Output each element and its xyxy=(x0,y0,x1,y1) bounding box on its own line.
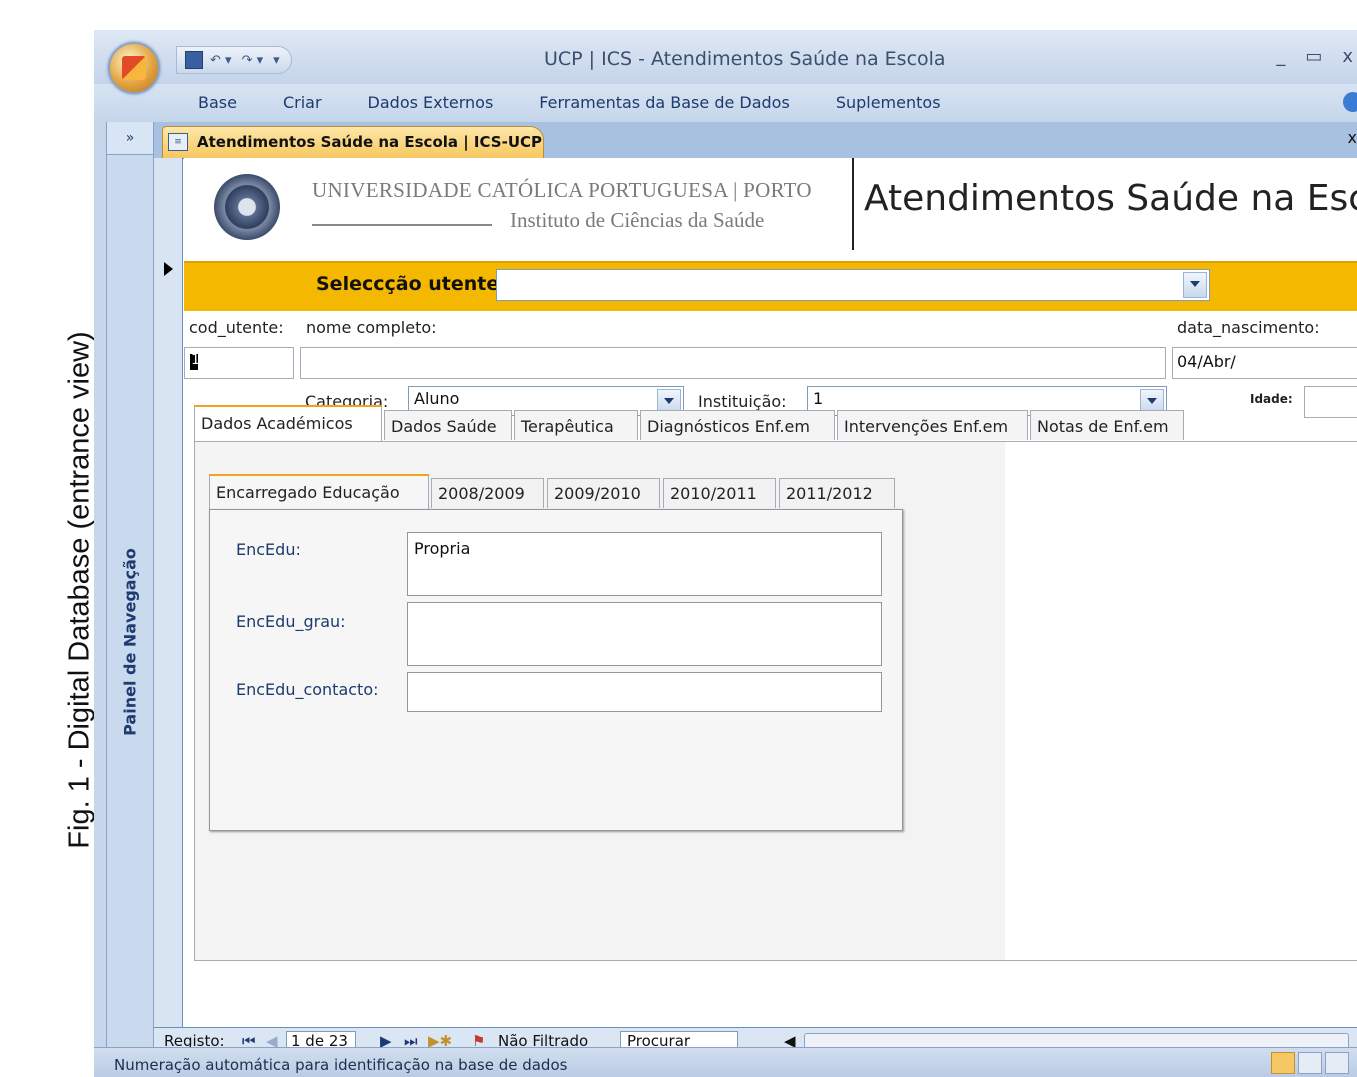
nome-label: nome completo: xyxy=(306,318,437,337)
nome-completo-field[interactable] xyxy=(300,347,1166,379)
navigation-pane[interactable]: » Painel de Navegação xyxy=(106,122,154,1077)
app-title: Atendimentos Saúde na Escola xyxy=(864,178,1357,219)
encedu-value: Propria xyxy=(414,539,471,558)
form-body: UNIVERSIDADE CATÓLICA PORTUGUESA | PORTO… xyxy=(184,158,1357,1027)
save-icon[interactable] xyxy=(185,51,203,69)
quick-access-toolbar: ↶ ▾ ↷ ▾ ▾ xyxy=(176,46,292,74)
idade-label: Idade: xyxy=(1250,392,1293,406)
ribbon-tab-ferramentas[interactable]: Ferramentas da Base de Dados xyxy=(539,93,790,112)
encedu-contacto-label: EncEdu_contacto: xyxy=(236,680,379,699)
tab-diagnosticos[interactable]: Diagnósticos Enf.em xyxy=(640,410,835,440)
nav-pane-toggle-button[interactable]: » xyxy=(107,122,153,155)
encedu-field[interactable]: Propria xyxy=(407,532,882,596)
patient-selection-combo[interactable] xyxy=(496,269,1210,301)
encedu-contacto-field[interactable] xyxy=(407,672,882,712)
status-text: Numeração automática para identificação … xyxy=(114,1056,568,1074)
document-tab-label: Atendimentos Saúde na Escola | ICS-UCP xyxy=(197,133,543,151)
maximize-button[interactable]: ▭ xyxy=(1305,46,1322,67)
status-bar: Numeração automática para identificação … xyxy=(94,1047,1357,1077)
current-record-icon xyxy=(164,262,173,276)
help-icon[interactable] xyxy=(1343,92,1357,112)
ribbon-tab-base[interactable]: Base xyxy=(198,93,237,112)
tab-2009-2010[interactable]: 2009/2010 xyxy=(547,478,660,508)
form-icon: ≡ xyxy=(168,133,188,151)
cod-utente-value: 1 xyxy=(191,352,200,368)
tab-terapeutica[interactable]: Terapêutica xyxy=(514,410,638,440)
data-nascimento-value: 04/Abr/ xyxy=(1177,352,1236,371)
patient-selection-bar: Seleccção utente xyxy=(184,261,1357,311)
sub-tab-control: Encarregado Educação 2008/2009 2009/2010… xyxy=(209,474,909,838)
data-nascimento-field[interactable]: 04/Abr/ xyxy=(1172,347,1357,379)
tab-dados-academicos[interactable]: Dados Académicos xyxy=(194,405,382,441)
ribbon: Base Criar Dados Externos Ferramentas da… xyxy=(94,84,1357,122)
nav-pane-label: Painel de Navegação xyxy=(120,548,140,736)
panel-blank-area xyxy=(1005,442,1357,960)
figure-caption: Fig. 1 - Digital Database (entrance view… xyxy=(63,331,96,849)
document-area: ≡ Atendimentos Saúde na Escola | ICS-UCP… xyxy=(154,122,1357,1077)
minimize-button[interactable]: _ xyxy=(1276,46,1285,67)
categoria-value: Aluno xyxy=(414,389,460,408)
close-button[interactable]: x xyxy=(1342,46,1353,67)
encedu-grau-field[interactable] xyxy=(407,602,882,666)
office-logo-icon xyxy=(122,56,146,80)
encedu-grau-label: EncEdu_grau: xyxy=(236,612,346,631)
tab-encarregado-educacao[interactable]: Encarregado Educação xyxy=(209,474,429,510)
design-view-icon[interactable] xyxy=(1325,1052,1349,1074)
access-window: ↶ ▾ ↷ ▾ ▾ UCP | ICS - Atendimentos Saúde… xyxy=(94,30,1357,1077)
office-button[interactable] xyxy=(108,42,160,94)
tab-notas[interactable]: Notas de Enf.em xyxy=(1030,410,1184,440)
data-nascimento-label: data_nascimento: xyxy=(1177,318,1320,337)
record-selector[interactable] xyxy=(154,158,183,1027)
title-bar: ↶ ▾ ↷ ▾ ▾ UCP | ICS - Atendimentos Saúde… xyxy=(94,30,1357,94)
form-view-icon[interactable] xyxy=(1271,1052,1295,1074)
header-divider xyxy=(852,158,854,250)
cod-utente-field[interactable]: 1 xyxy=(184,347,294,379)
customize-qat-icon[interactable]: ▾ xyxy=(270,53,283,68)
tab-intervencoes[interactable]: Intervenções Enf.em xyxy=(837,410,1028,440)
instituicao-value: 1 xyxy=(813,389,824,408)
instituicao-label: Instituição: xyxy=(698,392,787,411)
undo-icon[interactable]: ↶ ▾ xyxy=(207,53,235,68)
ribbon-tab-dados-externos[interactable]: Dados Externos xyxy=(368,93,494,112)
encarregado-panel: EncEdu: Propria EncEdu_grau: EncEdu_cont… xyxy=(209,509,903,831)
datasheet-view-icon[interactable] xyxy=(1298,1052,1322,1074)
university-name: UNIVERSIDADE CATÓLICA PORTUGUESA | PORTO xyxy=(312,178,812,202)
figure-caption-strip: Fig. 1 - Digital Database (entrance view… xyxy=(22,30,96,1077)
cod-utente-label: cod_utente: xyxy=(189,318,284,337)
document-tab[interactable]: ≡ Atendimentos Saúde na Escola | ICS-UCP xyxy=(162,126,544,158)
window-title: UCP | ICS - Atendimentos Saúde na Escola xyxy=(544,48,946,70)
patient-selection-label: Seleccção utente xyxy=(316,273,500,295)
document-close-button[interactable]: x xyxy=(1348,128,1357,147)
tab-2010-2011[interactable]: 2010/2011 xyxy=(663,478,776,508)
tab-dados-saude[interactable]: Dados Saúde xyxy=(384,410,512,440)
redo-icon[interactable]: ↷ ▾ xyxy=(239,53,267,68)
ribbon-tab-criar[interactable]: Criar xyxy=(283,93,322,112)
chevron-down-icon[interactable] xyxy=(1183,272,1207,298)
university-seal-logo xyxy=(214,174,280,240)
tab-2011-2012[interactable]: 2011/2012 xyxy=(779,478,895,508)
logo-rule xyxy=(312,224,492,226)
tab-2008-2009[interactable]: 2008/2009 xyxy=(431,478,544,508)
document-tab-bar: ≡ Atendimentos Saúde na Escola | ICS-UCP… xyxy=(154,122,1357,159)
encedu-label: EncEdu: xyxy=(236,540,301,559)
ribbon-tab-suplementos[interactable]: Suplementos xyxy=(836,93,941,112)
institute-name: Instituto de Ciências da Saúde xyxy=(510,208,765,232)
